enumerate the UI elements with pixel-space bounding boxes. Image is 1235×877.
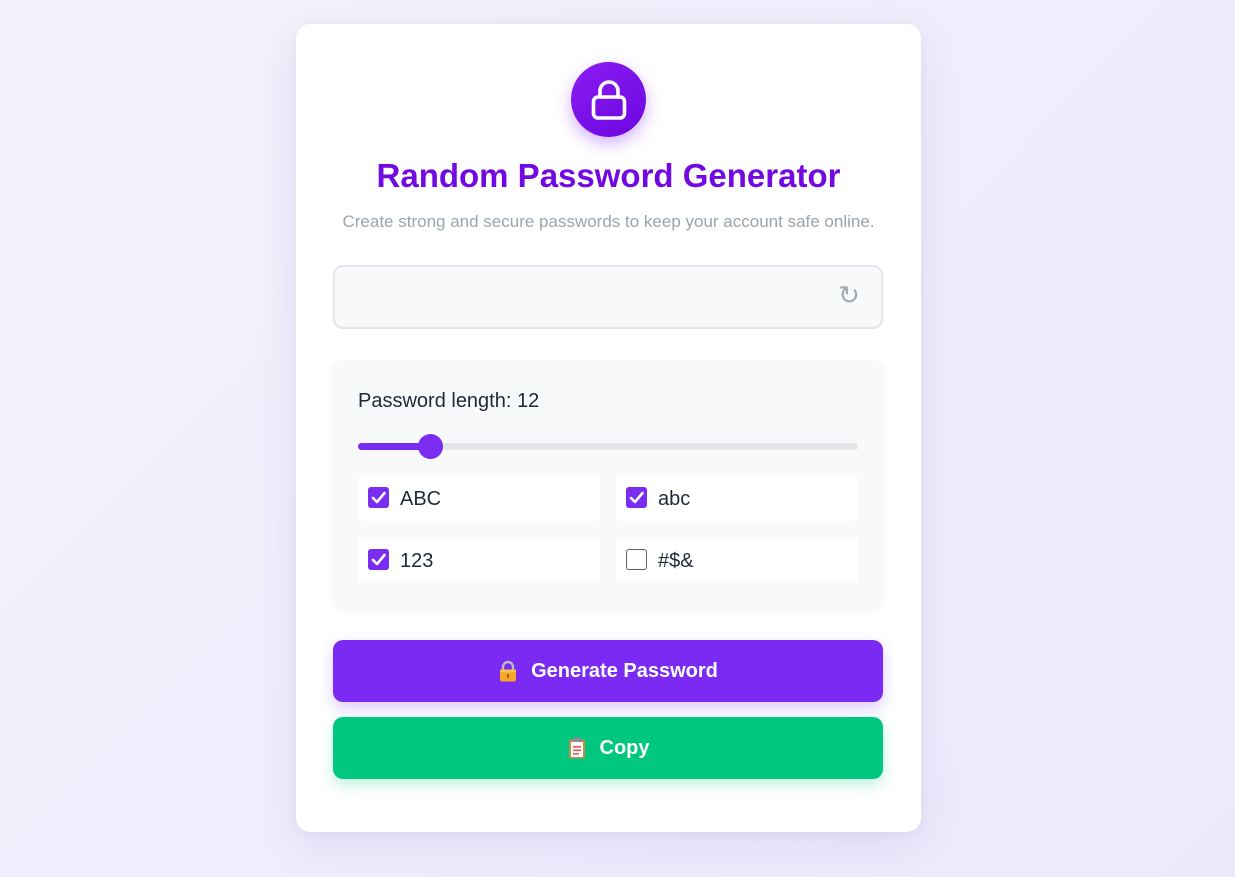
option-uppercase[interactable]: ABC bbox=[358, 475, 600, 521]
option-label: ABC bbox=[400, 488, 442, 510]
checkmark-icon bbox=[371, 491, 386, 504]
option-label: abc bbox=[658, 488, 691, 510]
option-label: 123 bbox=[400, 550, 434, 572]
page-title: Random Password Generator bbox=[376, 157, 841, 194]
lock-emoji-icon bbox=[498, 660, 518, 682]
numbers-checkbox[interactable] bbox=[368, 549, 389, 570]
option-numbers[interactable]: 123 bbox=[358, 537, 600, 583]
refresh-icon[interactable]: ↻ bbox=[837, 283, 861, 309]
clipboard-icon bbox=[567, 737, 587, 759]
uppercase-checkbox[interactable] bbox=[368, 487, 389, 508]
generate-password-button[interactable]: Generate Password bbox=[333, 640, 883, 702]
lowercase-checkbox[interactable] bbox=[626, 487, 647, 508]
slider-thumb[interactable] bbox=[417, 434, 443, 459]
checkmark-icon bbox=[629, 491, 644, 504]
option-label: #$& bbox=[658, 550, 694, 572]
copy-button-label: Copy bbox=[599, 736, 650, 759]
options-panel: Password length: 12 ABC abc 123 #$& bbox=[333, 360, 883, 609]
length-slider[interactable] bbox=[358, 434, 858, 459]
password-output[interactable] bbox=[349, 267, 823, 329]
length-label: Password length: 12 bbox=[358, 390, 540, 412]
lock-icon bbox=[571, 62, 646, 137]
checkmark-icon bbox=[371, 553, 386, 566]
generate-button-label: Generate Password bbox=[531, 659, 718, 682]
copy-button[interactable]: Copy bbox=[333, 717, 883, 779]
option-symbols[interactable]: #$& bbox=[616, 537, 858, 583]
generator-card: Random Password Generator Create strong … bbox=[296, 24, 921, 832]
password-field: ↻ bbox=[333, 265, 883, 329]
option-lowercase[interactable]: abc bbox=[616, 475, 858, 521]
page-subtitle: Create strong and secure passwords to ke… bbox=[342, 212, 875, 231]
symbols-checkbox[interactable] bbox=[626, 549, 647, 570]
